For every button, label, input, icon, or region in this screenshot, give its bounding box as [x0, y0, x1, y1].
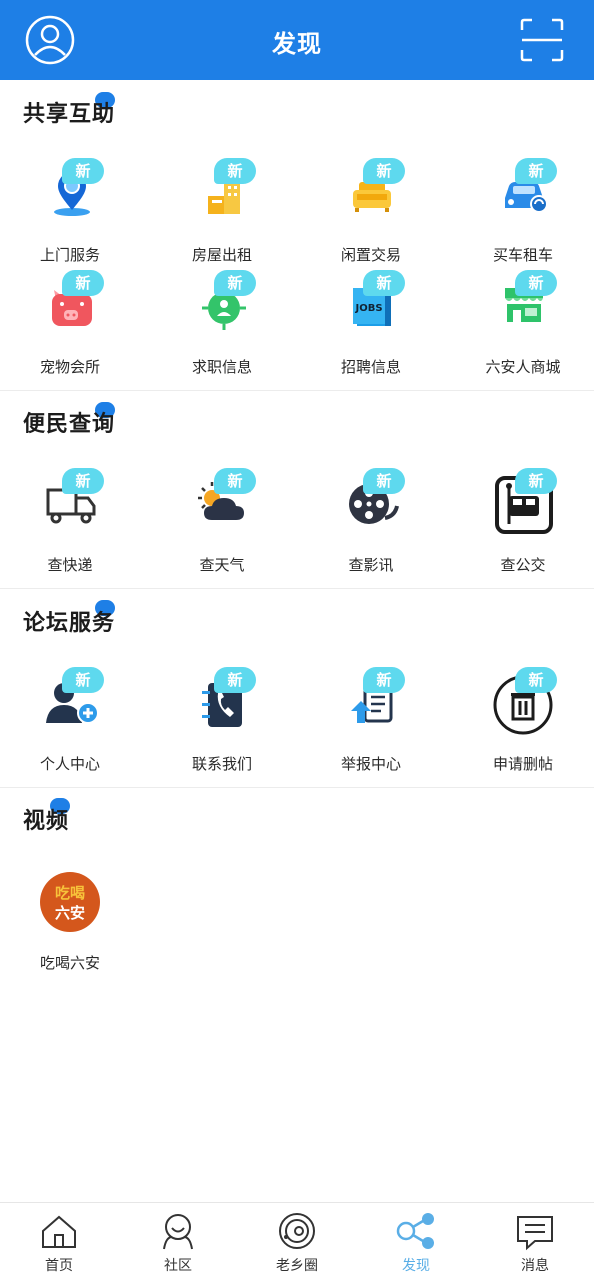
- grid-item-recruit[interactable]: JOBS 新 招聘信息: [301, 270, 441, 382]
- grid-item-pet[interactable]: 新 宠物会所: [0, 270, 140, 382]
- page-title: 发现: [272, 30, 322, 58]
- new-badge: 新: [62, 158, 104, 184]
- grid-item-personal-center[interactable]: 新 个人中心: [0, 667, 140, 779]
- grid-item-bus[interactable]: 新 查公交: [453, 468, 593, 580]
- tab-messages[interactable]: 消息: [476, 1203, 594, 1280]
- new-badge: 新: [363, 158, 405, 184]
- grid-item-label: 查影讯: [348, 556, 394, 574]
- grid-item-report[interactable]: 新 举报中心: [301, 667, 441, 779]
- grid-item-weather[interactable]: 新 查天气: [152, 468, 292, 580]
- new-badge: 新: [515, 158, 557, 184]
- grid-item-label: 查快递: [47, 556, 93, 574]
- new-badge: 新: [214, 270, 256, 296]
- new-badge: 新: [363, 468, 405, 494]
- grid-item-second-hand[interactable]: 新 闲置交易: [301, 158, 441, 270]
- grid-item-label: 查天气: [199, 556, 245, 574]
- new-badge: 新: [62, 667, 104, 693]
- new-badge: 新: [515, 468, 557, 494]
- circle-icon: [279, 1213, 315, 1249]
- divider: [0, 787, 594, 788]
- grid-item-movie[interactable]: 新 查影讯: [301, 468, 441, 580]
- grid-item-label: 买车租车: [492, 246, 553, 264]
- chihe-liuan-logo: 吃喝 六安: [40, 872, 100, 932]
- grid-item-label: 上门服务: [39, 246, 100, 264]
- grid-item-label: 求职信息: [191, 358, 252, 376]
- top-bar: 发现: [0, 0, 594, 80]
- message-icon: [517, 1216, 553, 1251]
- community-icon: [163, 1214, 193, 1250]
- tab-discover[interactable]: 发现: [357, 1203, 475, 1280]
- divider: [0, 588, 594, 589]
- grid-item-label: 吃喝六安: [39, 954, 100, 972]
- discover-icon: [396, 1213, 434, 1249]
- scan-icon[interactable]: [520, 18, 564, 62]
- tab-home[interactable]: 首页: [0, 1203, 118, 1280]
- grid-item-label: 举报中心: [340, 755, 401, 773]
- home-icon: [42, 1215, 76, 1248]
- svg-text:六安: 六安: [55, 904, 85, 922]
- svg-text:JOBS: JOBS: [354, 303, 382, 314]
- grid-item-express[interactable]: 新 查快递: [0, 468, 140, 580]
- new-badge: 新: [62, 468, 104, 494]
- new-badge: 新: [515, 270, 557, 296]
- grid-item-chihe-liuan[interactable]: 吃喝 六安 吃喝六安: [0, 866, 140, 978]
- grid-item-mall[interactable]: 新 六安人商城: [453, 270, 593, 382]
- grid-item-label: 闲置交易: [340, 246, 401, 264]
- tab-label: 社区: [164, 1258, 192, 1274]
- grid-item-label: 招聘信息: [340, 358, 401, 376]
- grid-item-label: 查公交: [500, 556, 546, 574]
- new-badge: 新: [363, 270, 405, 296]
- tab-label: 首页: [45, 1258, 73, 1274]
- tab-community[interactable]: 社区: [119, 1203, 237, 1280]
- section-title-sharing: 共享互助: [23, 102, 116, 127]
- new-badge: 新: [214, 468, 256, 494]
- grid-item-home-service[interactable]: 新 上门服务: [0, 158, 140, 270]
- grid-item-label: 申请删帖: [492, 755, 553, 773]
- section-title-video: 视频: [23, 809, 70, 834]
- bottom-tab-bar: 首页 社区 老乡圈 发现 消息: [0, 1202, 594, 1280]
- section-title-query: 便民查询: [23, 412, 116, 437]
- grid-item-label: 六安人商城: [485, 358, 561, 376]
- new-badge: 新: [62, 270, 104, 296]
- svg-text:吃喝: 吃喝: [55, 884, 85, 902]
- grid-item-label: 个人中心: [39, 755, 100, 773]
- new-badge: 新: [214, 667, 256, 693]
- section-title-forum: 论坛服务: [23, 611, 116, 636]
- tab-circle[interactable]: 老乡圈: [238, 1203, 356, 1280]
- grid-item-delete-post[interactable]: 新 申请删帖: [453, 667, 593, 779]
- grid-item-label: 联系我们: [191, 755, 252, 773]
- new-badge: 新: [214, 158, 256, 184]
- grid-item-house-rent[interactable]: 新 房屋出租: [152, 158, 292, 270]
- grid-item-contact[interactable]: 新 联系我们: [152, 667, 292, 779]
- grid-item-car[interactable]: 新 买车租车: [453, 158, 593, 270]
- new-badge: 新: [363, 667, 405, 693]
- divider: [0, 390, 594, 391]
- grid-item-label: 宠物会所: [39, 358, 100, 376]
- tab-label: 消息: [521, 1258, 549, 1274]
- tab-label: 发现: [402, 1258, 430, 1274]
- grid-item-job-seek[interactable]: 新 求职信息: [152, 270, 292, 382]
- grid-item-label: 房屋出租: [191, 246, 252, 264]
- new-badge: 新: [515, 667, 557, 693]
- tab-label: 老乡圈: [276, 1258, 318, 1274]
